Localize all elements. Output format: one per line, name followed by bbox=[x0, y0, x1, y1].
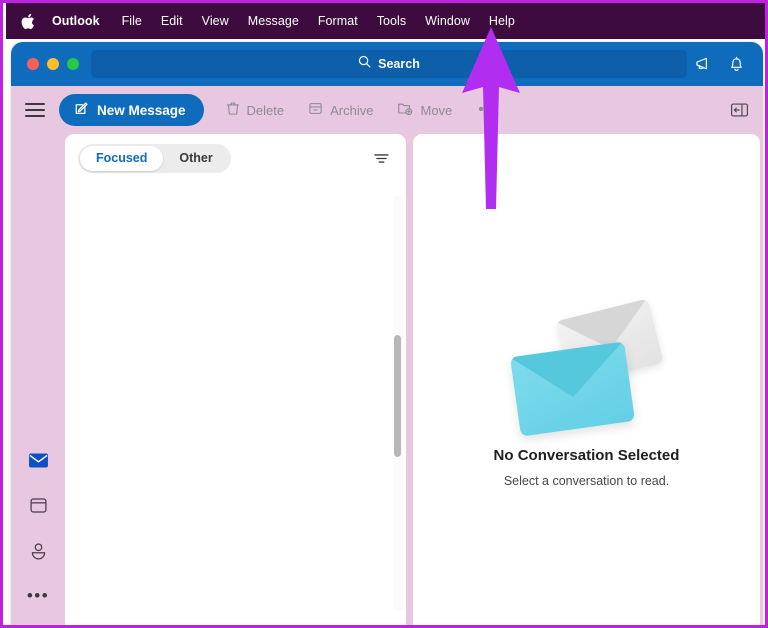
archive-icon bbox=[308, 101, 323, 119]
window-titlebar: Search bbox=[11, 42, 763, 86]
message-list-scrollbar-thumb[interactable] bbox=[393, 335, 401, 457]
focus-tabs: Focused Other bbox=[78, 143, 231, 173]
menu-item-window[interactable]: Window bbox=[425, 14, 470, 28]
empty-state-title: No Conversation Selected bbox=[493, 447, 680, 464]
outlook-window: Search New Message Delete Archive Move •… bbox=[11, 42, 763, 625]
archive-button[interactable]: Archive bbox=[308, 101, 373, 119]
bell-icon[interactable] bbox=[728, 55, 745, 73]
module-rail: ••• bbox=[11, 134, 65, 625]
empty-state-subtitle: Select a conversation to read. bbox=[503, 474, 670, 488]
screenshot-frame: Outlook File Edit View Message Format To… bbox=[0, 0, 768, 628]
message-list-scrollbar[interactable] bbox=[393, 196, 404, 610]
search-placeholder: Search bbox=[378, 57, 420, 71]
menu-item-view[interactable]: View bbox=[202, 14, 229, 28]
person-icon bbox=[31, 542, 45, 559]
search-input[interactable]: Search bbox=[91, 50, 687, 78]
menu-item-help[interactable]: Help bbox=[489, 14, 515, 28]
new-message-button[interactable]: New Message bbox=[59, 94, 204, 126]
rail-item-mail[interactable] bbox=[21, 443, 55, 477]
delete-label: Delete bbox=[246, 102, 285, 118]
titlebar-icon-group bbox=[695, 55, 753, 73]
macos-menubar: Outlook File Edit View Message Format To… bbox=[6, 3, 765, 39]
menu-item-message[interactable]: Message bbox=[248, 14, 299, 28]
tab-other[interactable]: Other bbox=[163, 146, 228, 171]
window-body: ••• Focused Other No Conversation Select… bbox=[11, 134, 763, 625]
archive-label: Archive bbox=[330, 102, 374, 118]
reading-pane-icon[interactable] bbox=[730, 102, 749, 118]
delete-button[interactable]: Delete bbox=[226, 101, 285, 119]
toolbar-overflow-button[interactable]: ••• bbox=[478, 102, 499, 118]
rail-item-more[interactable]: ••• bbox=[21, 578, 55, 612]
mail-icon bbox=[28, 453, 48, 467]
hamburger-icon[interactable] bbox=[25, 103, 45, 117]
menu-item-outlook[interactable]: Outlook bbox=[52, 14, 100, 28]
menu-item-format[interactable]: Format bbox=[318, 14, 358, 28]
menu-item-file[interactable]: File bbox=[122, 14, 142, 28]
maximize-button[interactable] bbox=[67, 58, 79, 70]
trash-icon bbox=[226, 101, 240, 119]
new-message-label: New Message bbox=[97, 102, 186, 118]
compose-icon bbox=[74, 101, 89, 119]
megaphone-icon[interactable] bbox=[695, 56, 714, 73]
envelope-front-flap bbox=[509, 341, 630, 405]
close-button[interactable] bbox=[27, 58, 39, 70]
move-button[interactable]: Move bbox=[397, 101, 452, 119]
tab-focused[interactable]: Focused bbox=[80, 145, 164, 171]
traffic-lights bbox=[27, 58, 79, 70]
reading-pane: No Conversation Selected Select a conver… bbox=[413, 134, 760, 625]
message-list-pane: Focused Other bbox=[65, 134, 406, 625]
envelope-front-icon bbox=[509, 341, 635, 437]
apple-logo-icon[interactable] bbox=[20, 12, 36, 30]
search-icon bbox=[358, 55, 371, 73]
minimize-button[interactable] bbox=[47, 58, 59, 70]
two-envelopes-illustration bbox=[507, 298, 667, 437]
command-toolbar: New Message Delete Archive Move ••• bbox=[11, 86, 763, 134]
menu-item-tools[interactable]: Tools bbox=[377, 14, 406, 28]
rail-item-calendar[interactable] bbox=[21, 488, 55, 522]
message-list-header: Focused Other bbox=[65, 134, 406, 182]
calendar-icon bbox=[29, 497, 47, 513]
move-folder-icon bbox=[397, 101, 413, 119]
move-label: Move bbox=[420, 102, 453, 118]
menu-item-edit[interactable]: Edit bbox=[161, 14, 183, 28]
filter-icon[interactable] bbox=[373, 152, 390, 165]
rail-item-people[interactable] bbox=[21, 533, 55, 567]
